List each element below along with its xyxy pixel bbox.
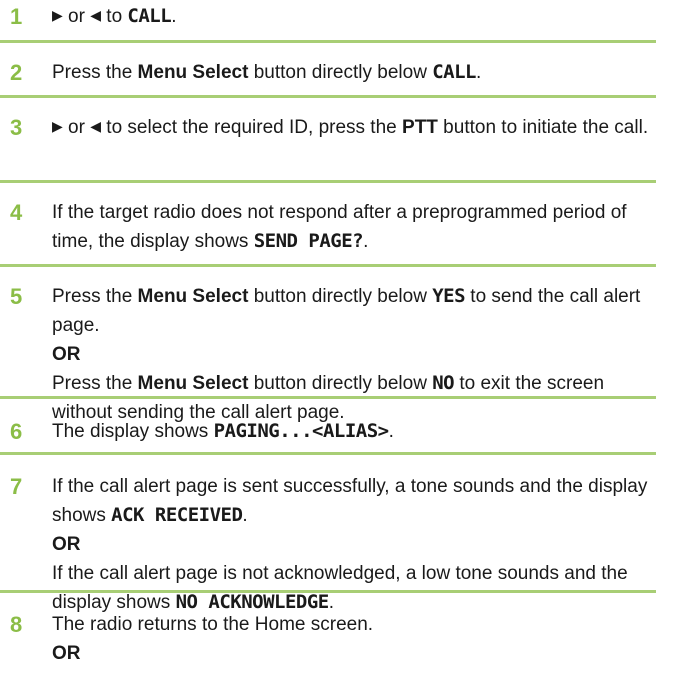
step-text: The display shows PAGING...<ALIAS>. [52, 417, 656, 446]
step-1: 1 ▶ or ◀ to CALL. [0, 2, 696, 32]
display-text: PAGING...<ALIAS> [213, 420, 390, 442]
step-text-fragment: Press the [52, 286, 138, 307]
step-text-fragment: button directly below [248, 286, 433, 307]
button-name: Menu Select [137, 286, 249, 307]
step-text-fragment: The display shows [52, 421, 214, 442]
left-arrow-icon: ◀ [90, 7, 102, 23]
or-separator: OR [52, 643, 81, 664]
step-text: Press the Menu Select button directly be… [52, 58, 656, 87]
step-text-fragment: . [475, 62, 482, 83]
step-number: 2 [10, 60, 23, 85]
step-6: 6 The display shows PAGING...<ALIAS>. [0, 417, 696, 446]
step-divider [0, 590, 656, 593]
button-name: Menu Select [137, 373, 249, 394]
step-5: 5 Press the Menu Select button directly b… [0, 282, 696, 427]
step-text-fragment: to [101, 6, 128, 27]
step-divider [0, 452, 656, 455]
step-text: The radio returns to the Home screen. OR [52, 610, 656, 668]
step-text: Press the Menu Select button directly be… [52, 282, 656, 427]
display-text: ACK RECEIVED [111, 504, 243, 526]
or-separator: OR [52, 344, 81, 365]
step-text-fragment: If the call alert page is not acknowledg… [52, 563, 628, 613]
step-number: 6 [10, 419, 23, 444]
or-separator: OR [52, 534, 81, 555]
right-arrow-icon: ▶ [52, 118, 63, 134]
step-text-fragment: to select the required ID, press the [101, 117, 403, 138]
step-2: 2 Press the Menu Select button directly b… [0, 58, 696, 87]
button-name: PTT [402, 117, 438, 138]
step-text-fragment: button to initiate the call. [437, 117, 649, 138]
step-8: 8 The radio returns to the Home screen. OR [0, 610, 696, 668]
step-text: If the target radio does not respond aft… [52, 198, 656, 256]
step-text-fragment: Press the [52, 62, 138, 83]
step-divider [0, 396, 656, 399]
step-text-fragment: Press the [52, 373, 138, 394]
step-4: 4 If the target radio does not respond af… [0, 198, 696, 256]
display-text: YES [432, 285, 466, 307]
step-number: 3 [10, 115, 23, 140]
step-3: 3 ▶ or ◀ to select the required ID, press… [0, 113, 696, 143]
step-text-fragment: . [363, 231, 369, 252]
right-arrow-icon: ▶ [52, 7, 63, 23]
step-text-fragment: or [62, 6, 91, 27]
step-text-fragment: or [62, 117, 91, 138]
display-text: CALL [127, 5, 172, 27]
step-text: If the call alert page is sent successfu… [52, 472, 656, 617]
step-text-fragment: The radio returns to the Home screen. [52, 614, 374, 635]
step-number: 8 [10, 612, 23, 637]
step-text-fragment: . [388, 421, 394, 442]
display-text: CALL [432, 61, 476, 83]
step-divider [0, 40, 656, 43]
step-text-fragment: . [242, 505, 248, 526]
step-divider [0, 95, 656, 98]
step-text: ▶ or ◀ to CALL. [52, 2, 656, 32]
step-number: 5 [10, 284, 23, 309]
button-name: Menu Select [137, 62, 249, 83]
step-divider [0, 180, 656, 183]
step-7: 7 If the call alert page is sent successf… [0, 472, 696, 617]
step-text-fragment: button directly below [248, 373, 433, 394]
step-text-fragment: . [171, 6, 177, 27]
step-text-fragment: button directly below [248, 62, 433, 83]
step-number: 7 [10, 474, 23, 499]
display-text: SEND PAGE? [253, 230, 364, 252]
step-number: 1 [10, 4, 23, 29]
step-number: 4 [10, 200, 23, 225]
display-text: NO [432, 372, 455, 394]
left-arrow-icon: ◀ [90, 118, 102, 134]
step-divider [0, 264, 656, 267]
step-text: ▶ or ◀ to select the required ID, press … [52, 113, 656, 143]
